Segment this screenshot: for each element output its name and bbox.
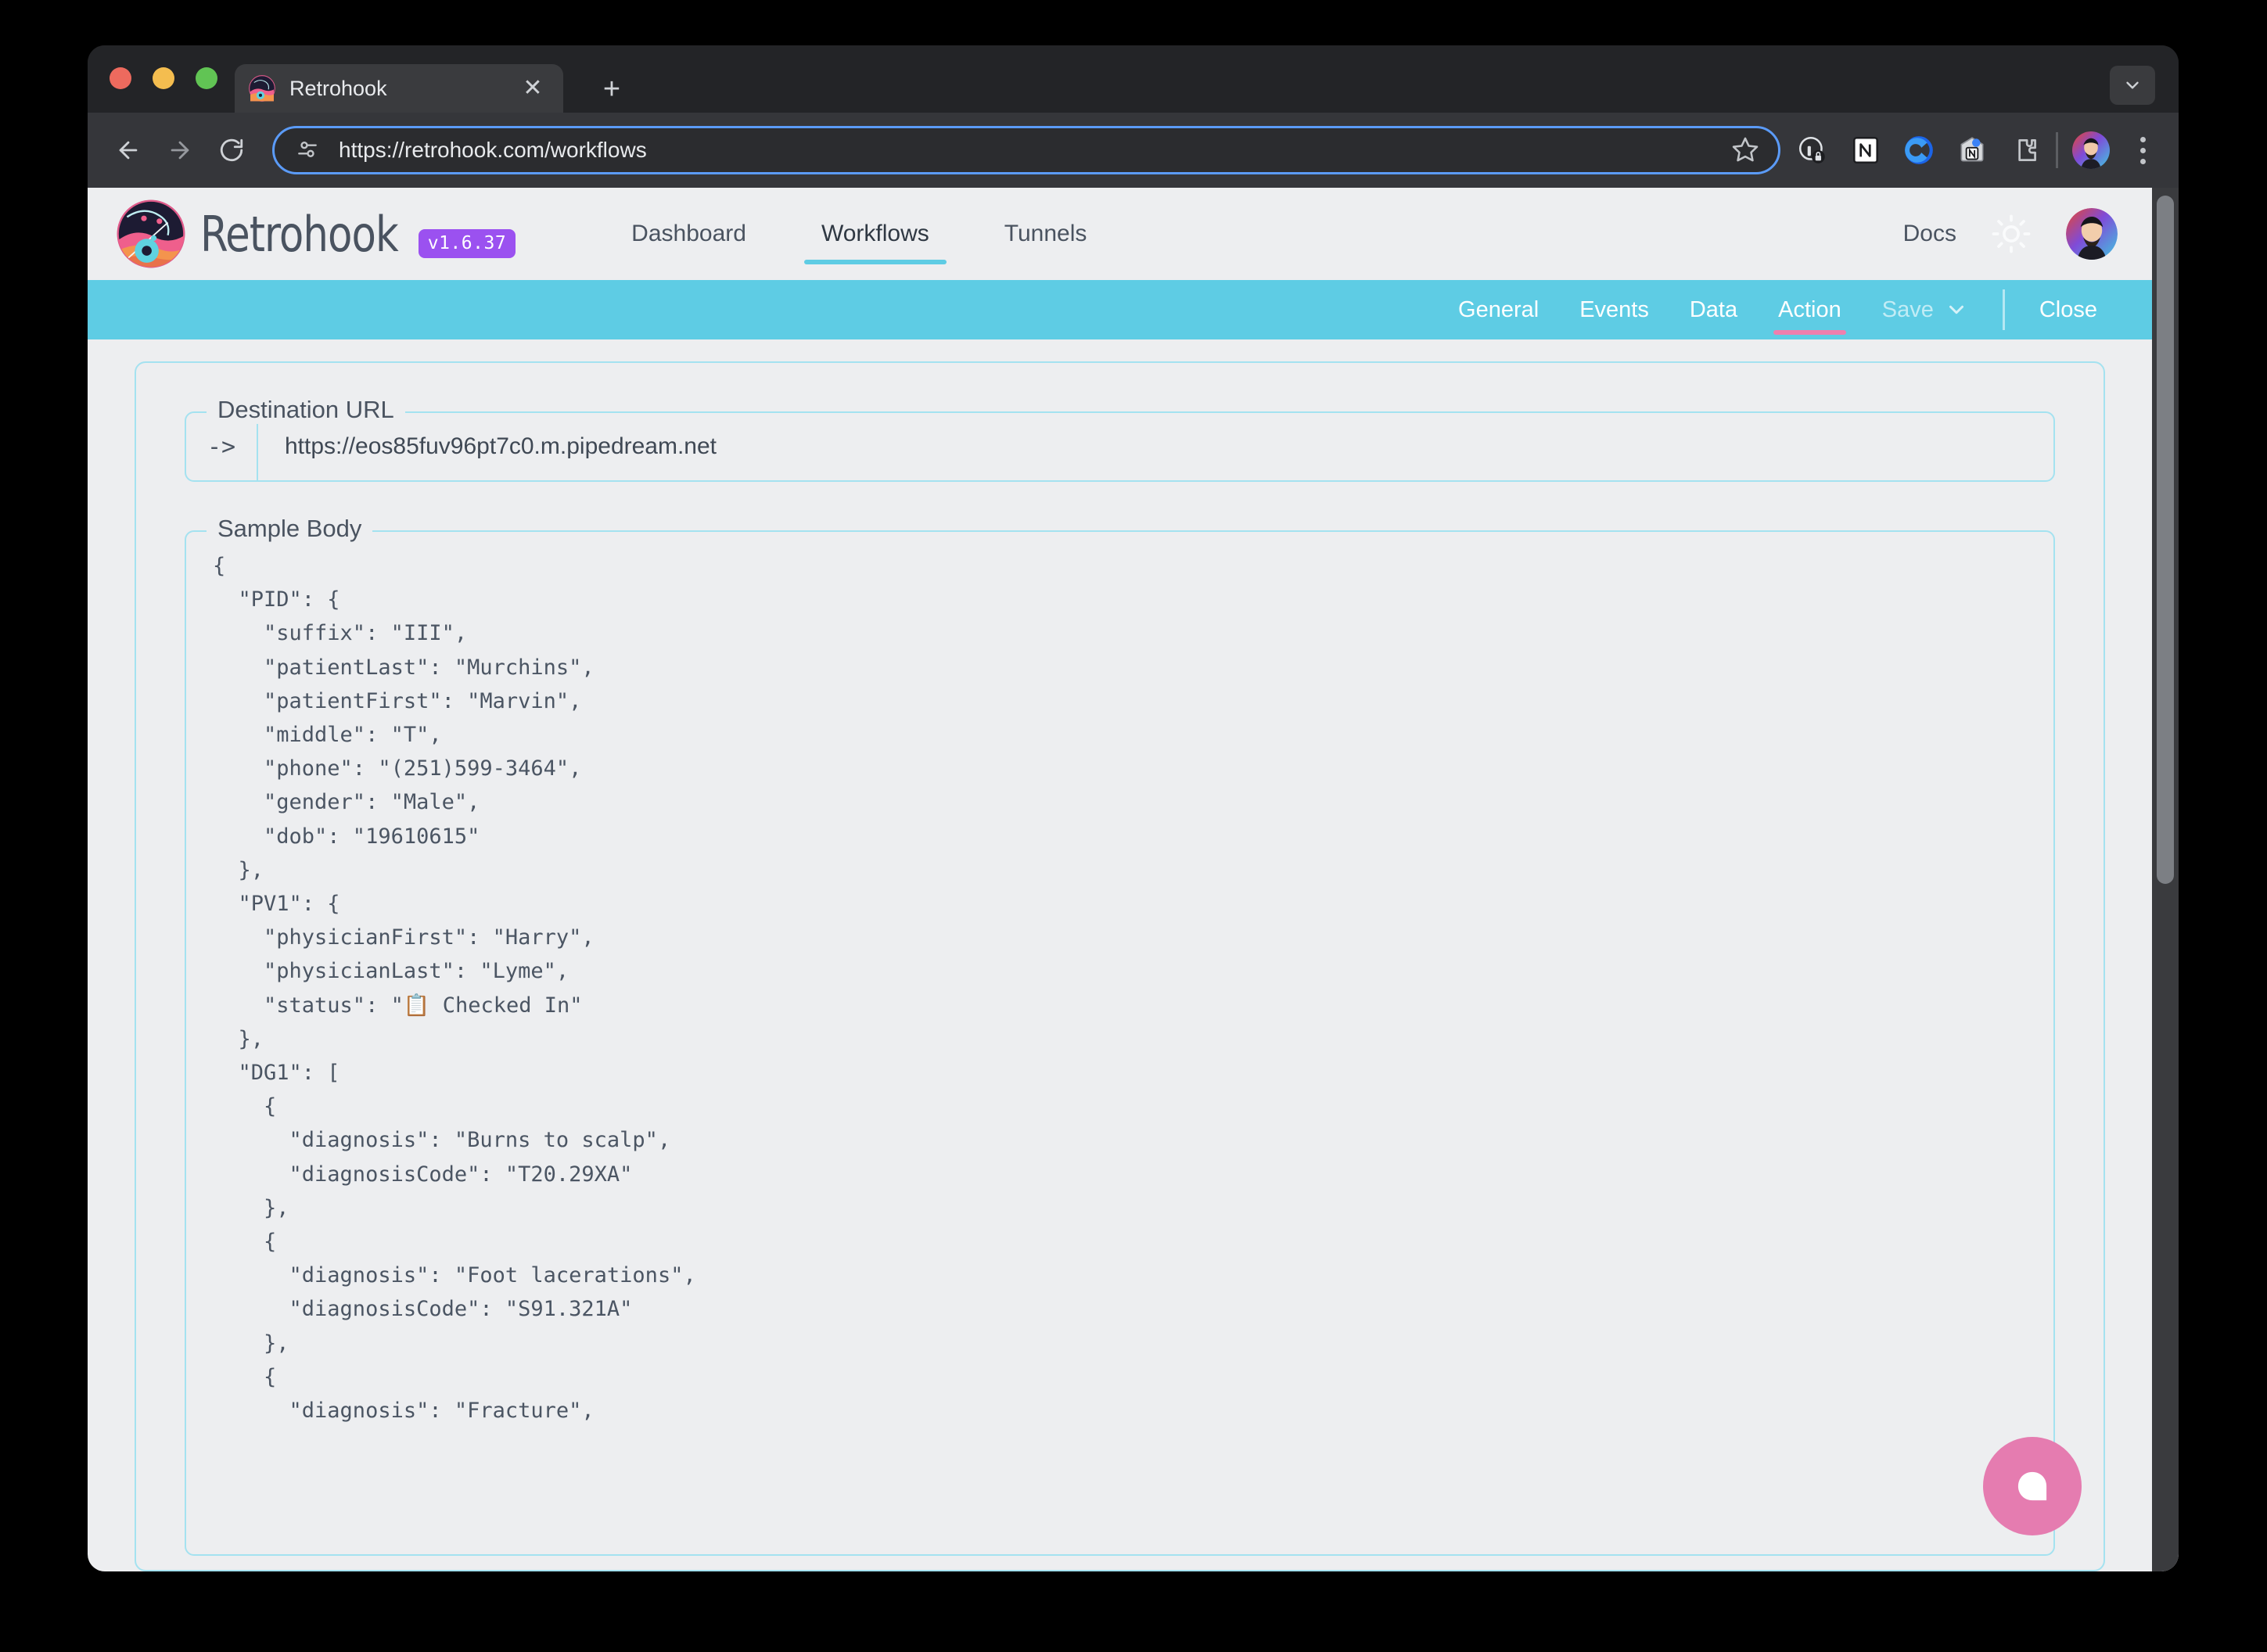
site-settings-icon[interactable] xyxy=(295,137,322,163)
tab-data[interactable]: Data xyxy=(1669,280,1758,339)
nav-label: Workflows xyxy=(821,221,929,246)
sample-body-label: Sample Body xyxy=(207,515,373,543)
workflow-action-bar: General Events Data Action Save Close xyxy=(88,280,2152,339)
destination-url-field[interactable]: Destination URL -> https://eos85fuv96pt7… xyxy=(185,396,2055,482)
chevron-down-icon[interactable] xyxy=(2110,66,2155,105)
nav-item-tunnels[interactable]: Tunnels xyxy=(967,188,1125,280)
nav-item-workflows[interactable]: Workflows xyxy=(784,188,967,280)
retrohook-logo-icon xyxy=(249,75,275,102)
notion-web-clipper-icon[interactable] xyxy=(1956,134,1989,167)
save-label: Save xyxy=(1881,296,1934,322)
close-icon[interactable]: ✕ xyxy=(519,75,546,102)
notion-icon[interactable] xyxy=(1849,134,1882,167)
cursor-icon[interactable] xyxy=(1902,134,1935,167)
action-bar-divider xyxy=(2002,289,2005,330)
header-right: Docs xyxy=(1903,208,2152,260)
reload-icon[interactable] xyxy=(210,128,253,172)
content-area: Destination URL -> https://eos85fuv96pt7… xyxy=(88,339,2152,1571)
browser-toolbar: https://retrohook.com/workflows xyxy=(88,113,2179,188)
nav-label: Dashboard xyxy=(631,221,746,246)
main-nav: Dashboard Workflows Tunnels xyxy=(594,188,1124,280)
action-settings-card: Destination URL -> https://eos85fuv96pt7… xyxy=(135,361,2105,1571)
tab-label: General xyxy=(1458,296,1539,322)
url-text: https://retrohook.com/workflows xyxy=(339,138,647,162)
tab-title: Retrohook xyxy=(289,76,387,100)
browser-window: Retrohook ✕ + https://retrohook.com/work… xyxy=(88,45,2179,1571)
save-button[interactable]: Save xyxy=(1862,280,1989,339)
tab-action[interactable]: Action xyxy=(1758,280,1862,339)
back-arrow-icon[interactable] xyxy=(106,128,150,172)
brand[interactable]: Retrohook v1.6.37 xyxy=(116,199,516,269)
window-controls xyxy=(110,67,217,89)
avatar[interactable] xyxy=(2072,131,2110,169)
scrollbar-thumb[interactable] xyxy=(2157,196,2174,884)
page-viewport: Retrohook v1.6.37 Dashboard Workflows Tu… xyxy=(88,188,2179,1571)
chat-bubble-icon[interactable] xyxy=(1983,1437,2082,1535)
page-title: Retrohook xyxy=(200,205,399,263)
retrohook-logo xyxy=(116,199,186,269)
address-bar[interactable]: https://retrohook.com/workflows xyxy=(272,126,1780,174)
app-header: Retrohook v1.6.37 Dashboard Workflows Tu… xyxy=(88,188,2152,280)
docs-link[interactable]: Docs xyxy=(1903,221,1956,247)
sample-body-editor[interactable]: { "PID": { "suffix": "III", "patientLast… xyxy=(186,532,2053,1554)
tab-label: Data xyxy=(1689,296,1738,322)
chevron-down-icon[interactable] xyxy=(1945,298,1968,321)
nav-label: Tunnels xyxy=(1004,221,1087,246)
destination-url-input[interactable]: https://eos85fuv96pt7c0.m.pipedream.net xyxy=(258,413,2053,480)
nav-item-dashboard[interactable]: Dashboard xyxy=(594,188,784,280)
forward-arrow-icon[interactable] xyxy=(158,128,202,172)
tab-label: Events xyxy=(1579,296,1649,322)
page-scrollbar[interactable] xyxy=(2152,188,2179,1571)
tab-label: Action xyxy=(1778,296,1841,322)
browser-tab-strip: Retrohook ✕ + xyxy=(88,45,2179,113)
tab-general[interactable]: General xyxy=(1438,280,1559,339)
toolbar-divider xyxy=(2056,132,2058,168)
sample-body-field[interactable]: Sample Body { "PID": { "suffix": "III", … xyxy=(185,515,2055,1556)
version-badge: v1.6.37 xyxy=(418,229,516,258)
plus-icon[interactable]: + xyxy=(596,74,627,106)
close-label: Close xyxy=(2039,296,2097,322)
kebab-menu-icon[interactable] xyxy=(2125,131,2160,169)
extension-icons xyxy=(1796,134,2042,167)
browser-tab[interactable]: Retrohook ✕ xyxy=(235,64,563,113)
minimize-window-button[interactable] xyxy=(153,67,174,89)
user-avatar[interactable] xyxy=(2066,208,2118,260)
tab-events[interactable]: Events xyxy=(1559,280,1669,339)
web-page: Retrohook v1.6.37 Dashboard Workflows Tu… xyxy=(88,188,2152,1571)
maximize-window-button[interactable] xyxy=(196,67,217,89)
destination-url-label: Destination URL xyxy=(207,396,405,424)
close-window-button[interactable] xyxy=(110,67,131,89)
sun-icon[interactable] xyxy=(1991,214,2032,254)
password-manager-icon[interactable] xyxy=(1796,134,1829,167)
bookmark-star-icon[interactable] xyxy=(1731,135,1761,165)
close-button[interactable]: Close xyxy=(2019,280,2118,339)
extensions-puzzle-icon[interactable] xyxy=(2009,134,2042,167)
